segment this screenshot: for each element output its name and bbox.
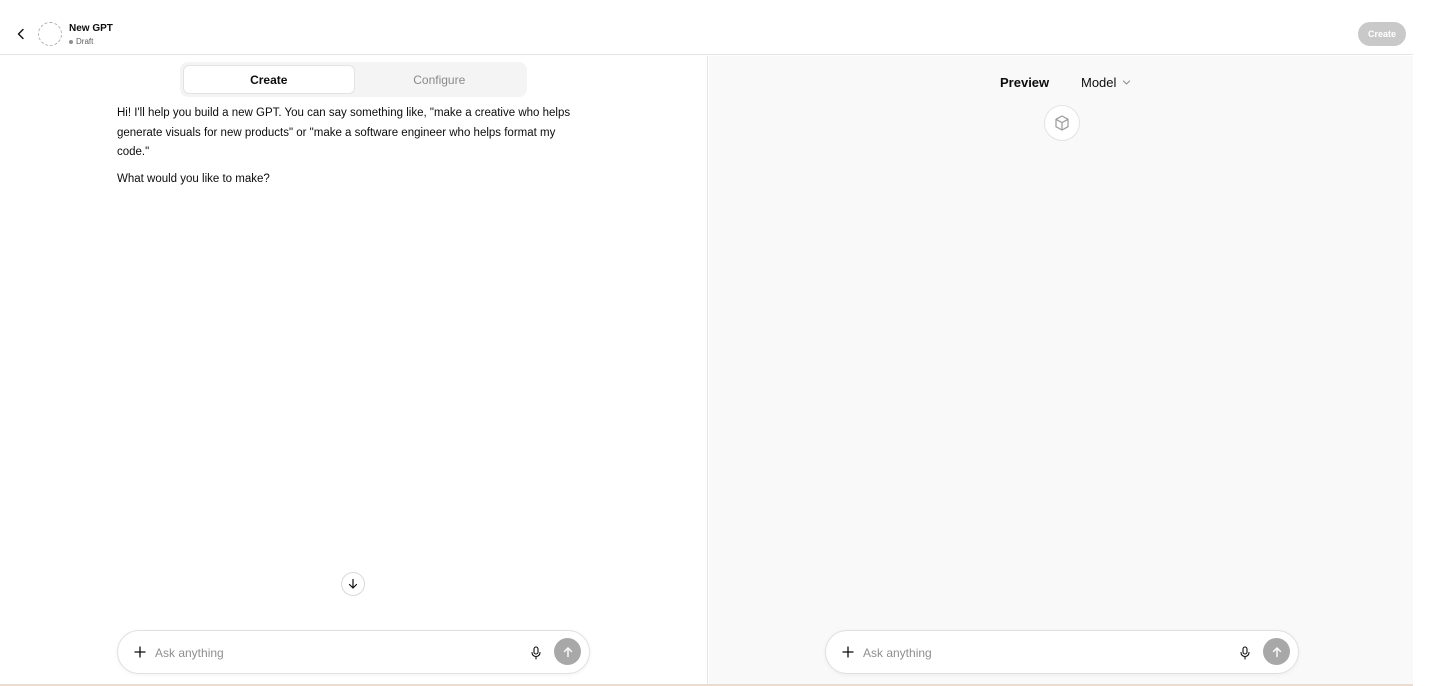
dictate-button[interactable]	[527, 643, 545, 663]
status-label: Draft	[76, 37, 94, 46]
editor-message-input[interactable]	[155, 642, 515, 664]
assistant-intro-message: Hi! I'll help you build a new GPT. You c…	[117, 107, 571, 158]
preview-message-input[interactable]	[863, 642, 1223, 664]
arrow-down-icon	[348, 578, 358, 589]
preview-composer	[825, 630, 1299, 674]
arrow-up-icon	[563, 646, 572, 657]
microphone-icon	[1240, 646, 1250, 660]
plus-icon	[842, 646, 854, 658]
plus-icon	[134, 646, 146, 658]
tab-create[interactable]: Create	[183, 65, 355, 94]
assistant-question-message: What would you like to make?	[117, 173, 270, 185]
gpt-title: New GPT	[69, 23, 113, 34]
cube-icon	[1055, 115, 1069, 131]
send-button[interactable]	[554, 638, 581, 665]
gpt-preview-avatar	[1044, 105, 1080, 141]
back-button[interactable]	[11, 24, 31, 44]
preview-heading: Preview	[1000, 75, 1050, 90]
gpt-status: Draft	[69, 37, 93, 46]
chevron-down-icon	[1123, 80, 1131, 85]
scroll-to-bottom-button[interactable]	[341, 572, 365, 596]
status-dot-icon	[69, 39, 73, 44]
attach-button[interactable]	[130, 642, 150, 662]
microphone-icon	[531, 646, 541, 660]
chevron-left-icon	[17, 28, 24, 40]
create-gpt-button[interactable]: Create	[1358, 22, 1406, 46]
editor-panel: Create Configure Hi! I'll help you build…	[0, 56, 708, 686]
top-bar: New GPT Draft Create	[0, 0, 1413, 55]
preview-panel: Preview Model	[709, 56, 1413, 686]
send-button[interactable]	[1263, 638, 1290, 665]
arrow-up-icon	[1272, 646, 1281, 657]
window-edge	[1413, 0, 1430, 686]
model-selector-label: Model	[1081, 75, 1117, 90]
attach-button[interactable]	[838, 642, 858, 662]
model-selector[interactable]: Model	[1081, 75, 1131, 90]
editor-composer	[117, 630, 590, 674]
gpt-avatar-placeholder[interactable]	[38, 22, 62, 46]
dictate-button[interactable]	[1236, 643, 1254, 663]
editor-tabs: Create Configure	[180, 62, 527, 97]
tab-configure[interactable]: Configure	[355, 65, 525, 94]
